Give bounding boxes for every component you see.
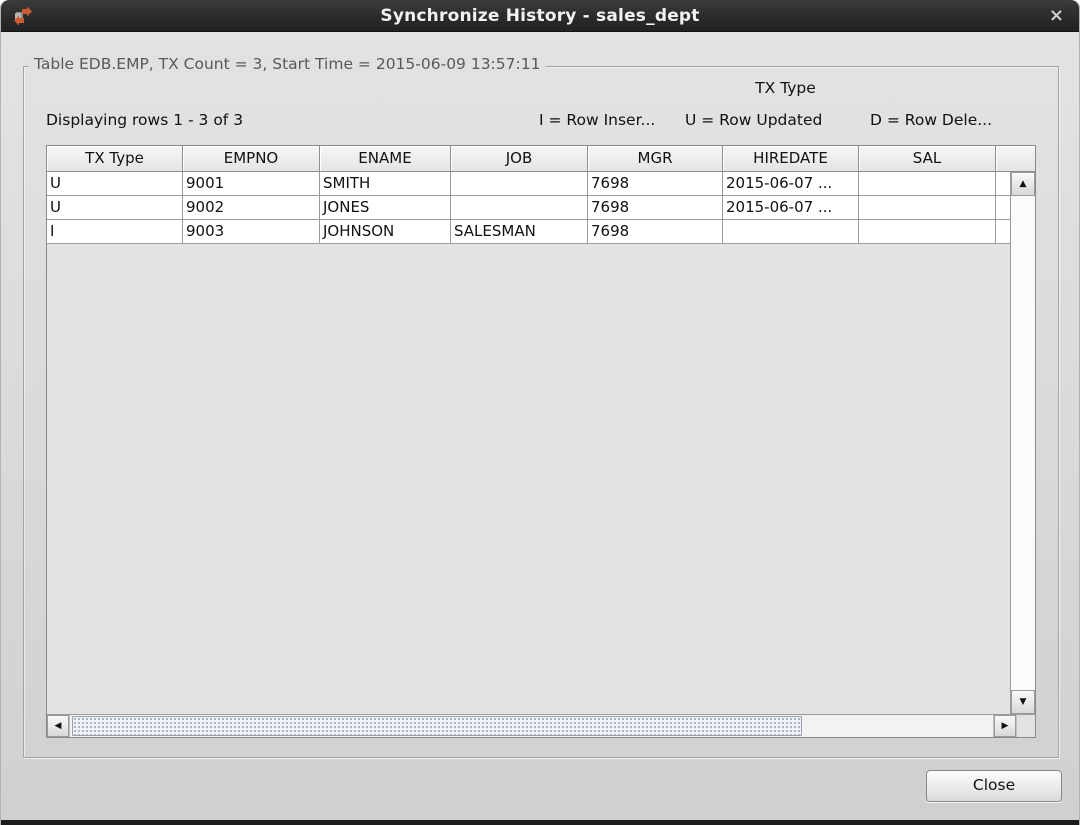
history-table: TX Type EMPNO ENAME JOB MGR HIREDATE SAL… <box>46 145 1036 738</box>
column-header-hiredate[interactable]: HIREDATE <box>723 146 859 172</box>
legend-insert: I = Row Inser... <box>539 111 655 129</box>
table-row[interactable]: I 9003 JOHNSON SALESMAN 7698 <box>47 220 1010 244</box>
table-header-row: TX Type EMPNO ENAME JOB MGR HIREDATE SAL <box>47 146 1035 172</box>
cell-sal[interactable] <box>859 196 996 220</box>
legend-update: U = Row Updated <box>685 111 822 129</box>
close-button[interactable]: Close <box>926 770 1062 802</box>
cell-hiredate[interactable]: 2015-06-07 ... <box>723 172 859 196</box>
table-row[interactable]: U 9001 SMITH 7698 2015-06-07 ... <box>47 172 1010 196</box>
scroll-down-button[interactable]: ▼ <box>1011 690 1035 714</box>
dialog-window: Synchronize History - sales_dept × Table… <box>0 0 1080 825</box>
table-body: U 9001 SMITH 7698 2015-06-07 ... U 9002 … <box>47 172 1010 714</box>
cell-filler <box>996 220 1010 244</box>
triangle-down-icon: ▼ <box>1020 698 1027 707</box>
dialog-body: Table EDB.EMP, TX Count = 3, Start Time … <box>1 32 1079 820</box>
horizontal-scroll-track[interactable] <box>69 715 994 737</box>
cell-job[interactable] <box>451 196 588 220</box>
groupbox-title: Table EDB.EMP, TX Count = 3, Start Time … <box>29 55 545 73</box>
cell-empno[interactable]: 9001 <box>183 172 320 196</box>
column-header-mgr[interactable]: MGR <box>588 146 723 172</box>
legend-delete: D = Row Dele... <box>870 111 992 129</box>
cell-empno[interactable]: 9002 <box>183 196 320 220</box>
scroll-right-button[interactable]: ▶ <box>994 715 1016 737</box>
cell-filler <box>996 172 1010 196</box>
triangle-up-icon: ▲ <box>1020 180 1027 189</box>
triangle-right-icon: ▶ <box>1002 722 1009 731</box>
vertical-scroll-track[interactable] <box>1011 196 1035 690</box>
cell-sal[interactable] <box>859 172 996 196</box>
cell-job[interactable] <box>451 172 588 196</box>
cell-mgr[interactable]: 7698 <box>588 172 723 196</box>
cell-sal[interactable] <box>859 220 996 244</box>
window-bottom-border <box>1 820 1079 825</box>
column-header-sal[interactable]: SAL <box>859 146 996 172</box>
horizontal-scrollbar[interactable]: ◀ ▶ <box>47 714 1016 737</box>
sync-history-groupbox: Table EDB.EMP, TX Count = 3, Start Time … <box>23 66 1059 758</box>
horizontal-scroll-thumb[interactable] <box>72 716 802 736</box>
table-row[interactable]: U 9002 JONES 7698 2015-06-07 ... <box>47 196 1010 220</box>
cell-mgr[interactable]: 7698 <box>588 220 723 244</box>
scrollbar-corner <box>1016 714 1035 737</box>
cell-tx-type[interactable]: I <box>47 220 183 244</box>
column-header-job[interactable]: JOB <box>451 146 588 172</box>
cell-ename[interactable]: SMITH <box>320 172 451 196</box>
cell-job[interactable]: SALESMAN <box>451 220 588 244</box>
cell-tx-type[interactable]: U <box>47 196 183 220</box>
cell-filler <box>996 196 1010 220</box>
row-count-status: Displaying rows 1 - 3 of 3 <box>46 111 243 129</box>
column-header-ename[interactable]: ENAME <box>320 146 451 172</box>
titlebar[interactable]: Synchronize History - sales_dept × <box>1 0 1079 32</box>
cell-ename[interactable]: JOHNSON <box>320 220 451 244</box>
cell-hiredate[interactable] <box>723 220 859 244</box>
cell-ename[interactable]: JONES <box>320 196 451 220</box>
column-header-tx-type[interactable]: TX Type <box>47 146 183 172</box>
vertical-scrollbar[interactable]: ▲ ▼ <box>1010 172 1035 714</box>
column-header-filler <box>996 146 1035 172</box>
cell-tx-type[interactable]: U <box>47 172 183 196</box>
window-title: Synchronize History - sales_dept <box>1 6 1079 26</box>
scroll-left-button[interactable]: ◀ <box>47 715 69 737</box>
tx-type-legend-header: TX Type <box>723 79 848 97</box>
triangle-left-icon: ◀ <box>55 722 62 731</box>
scroll-up-button[interactable]: ▲ <box>1011 172 1035 196</box>
cell-hiredate[interactable]: 2015-06-07 ... <box>723 196 859 220</box>
cell-empno[interactable]: 9003 <box>183 220 320 244</box>
close-icon[interactable]: × <box>1049 5 1064 27</box>
cell-mgr[interactable]: 7698 <box>588 196 723 220</box>
column-header-empno[interactable]: EMPNO <box>183 146 320 172</box>
